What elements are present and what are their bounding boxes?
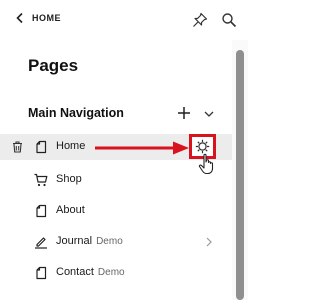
pin-icon[interactable] bbox=[192, 12, 208, 28]
trash-icon[interactable] bbox=[12, 141, 23, 153]
demo-tag: Demo bbox=[96, 236, 123, 247]
annotation-arrow bbox=[95, 141, 189, 155]
page-icon bbox=[36, 204, 47, 218]
pages-panel: HOME Pages Main Navigation Home Shop Abo… bbox=[0, 0, 248, 300]
nav-item-label: Contact Demo bbox=[56, 266, 125, 278]
back-label: HOME bbox=[32, 13, 61, 23]
chevron-right-icon[interactable] bbox=[205, 237, 213, 247]
blog-icon bbox=[35, 237, 47, 249]
back-home-button[interactable]: HOME bbox=[14, 12, 61, 24]
nav-item-contact[interactable]: Contact Demo bbox=[0, 260, 232, 286]
top-bar: HOME bbox=[0, 0, 248, 40]
scrollbar-thumb[interactable] bbox=[236, 50, 244, 300]
page-icon bbox=[36, 140, 47, 154]
nav-item-label: Home bbox=[56, 140, 86, 152]
page-icon bbox=[36, 266, 47, 280]
nav-item-label: Shop bbox=[56, 173, 82, 185]
search-icon[interactable] bbox=[221, 12, 237, 28]
nav-item-label: About bbox=[56, 204, 85, 216]
nav-item-about[interactable]: About bbox=[0, 198, 232, 224]
gear-icon bbox=[195, 139, 210, 154]
nav-item-shop[interactable]: Shop bbox=[0, 167, 232, 193]
chevron-down-icon[interactable] bbox=[203, 108, 215, 120]
nav-item-journal[interactable]: Journal Demo bbox=[0, 229, 232, 255]
main-navigation-heading: Main Navigation bbox=[28, 106, 124, 120]
page-title: Pages bbox=[28, 56, 79, 75]
cart-icon bbox=[34, 173, 48, 187]
demo-tag: Demo bbox=[97, 267, 125, 278]
nav-item-label: Journal Demo bbox=[56, 235, 123, 247]
chevron-left-icon bbox=[16, 12, 23, 24]
add-page-icon[interactable] bbox=[177, 106, 191, 120]
